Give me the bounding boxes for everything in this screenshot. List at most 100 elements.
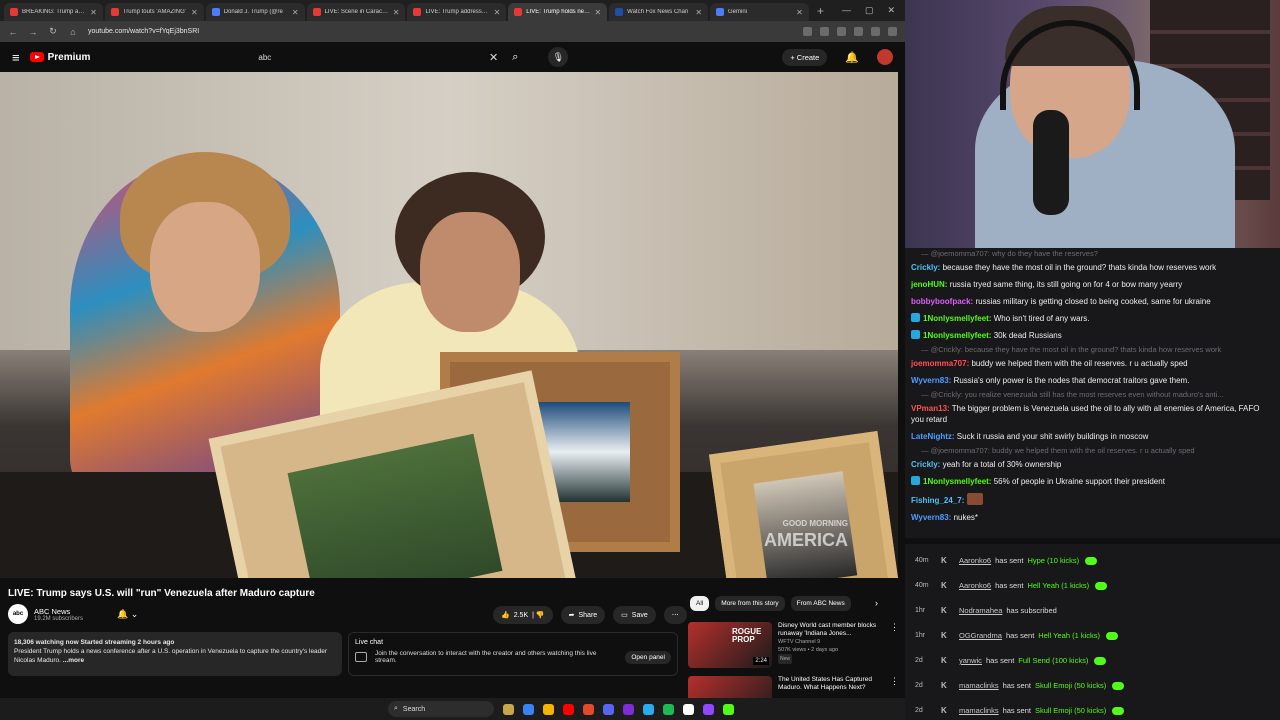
event-username[interactable]: mamaclinks — [959, 681, 999, 690]
hamburger-icon[interactable]: ≡ — [12, 50, 20, 65]
app-icon[interactable] — [523, 703, 534, 715]
tab-5[interactable]: LIVE: Trump holds news c ✕ — [508, 3, 608, 21]
back-icon[interactable]: ← — [8, 27, 18, 37]
video-thumbnail[interactable] — [688, 676, 772, 698]
chat-username[interactable]: Crickly: — [911, 263, 940, 272]
extension-icon[interactable] — [837, 27, 846, 36]
search-icon[interactable]: ⌕ — [512, 51, 518, 64]
filter-chip[interactable]: All — [690, 596, 710, 611]
chat-username[interactable]: 1Nonlysmellyfeet: — [923, 331, 991, 340]
open-panel-button[interactable]: Open panel — [625, 650, 671, 664]
recommended-channel[interactable]: WFTV Channel 9 — [778, 638, 888, 646]
chat-username[interactable]: Wyvern83: — [911, 376, 951, 385]
close-tab-icon[interactable]: ✕ — [292, 8, 299, 17]
share-button[interactable]: ➦ Share — [560, 606, 606, 624]
windows-start-icon[interactable] — [368, 704, 379, 715]
create-button[interactable]: + Create — [782, 48, 828, 66]
tab-0[interactable]: BREAKING: Trump annour ✕ — [4, 3, 103, 21]
chat-username[interactable]: VPman13: — [911, 404, 950, 413]
event-username[interactable]: mamaclinks — [959, 706, 999, 715]
minimize-icon[interactable]: — — [842, 5, 851, 16]
new-badge: New — [778, 654, 793, 664]
tab-3[interactable]: LIVE: Scene in Caracas af ✕ — [306, 3, 406, 21]
reload-icon[interactable]: ↻ — [48, 26, 58, 37]
maximize-icon[interactable]: ▢ — [865, 5, 874, 16]
search-input[interactable]: abc — [258, 53, 271, 62]
event-username[interactable]: OGGrandma — [959, 631, 1002, 640]
more-options-icon[interactable]: ⋮ — [890, 676, 899, 698]
chat-username[interactable]: jenoHUN: — [911, 280, 947, 289]
channel-avatar[interactable]: abc — [8, 604, 28, 624]
chat-username[interactable]: Wyvern83: — [911, 513, 951, 522]
app-icon[interactable] — [623, 703, 634, 715]
home-icon[interactable]: ⌂ — [68, 27, 78, 37]
telegram-icon[interactable] — [643, 703, 654, 715]
recommended-title[interactable]: The United States Has Captured Maduro. W… — [778, 676, 888, 692]
chat-username[interactable]: bobbyboofpack: — [911, 297, 973, 306]
chat-username[interactable]: joemomma707: — [911, 359, 969, 368]
tab-4[interactable]: LIVE: Trump addresses st ✕ — [407, 3, 507, 21]
youtube-app-icon[interactable] — [563, 703, 574, 715]
close-tab-icon[interactable]: ✕ — [695, 8, 702, 17]
event-username[interactable]: Nodramahea — [959, 606, 1002, 615]
chat-username[interactable]: LateNightz: — [911, 432, 955, 441]
event-username[interactable]: Aaronko6 — [959, 556, 991, 565]
account-avatar[interactable] — [877, 49, 893, 65]
spotify-icon[interactable] — [663, 703, 674, 715]
video-player[interactable]: GOOD MORNING AMERICA — [0, 72, 898, 578]
extension-icon[interactable] — [888, 27, 897, 36]
address-input[interactable]: youtube.com/watch?v=fYqEj3bnSRI — [88, 28, 793, 35]
more-options-icon[interactable]: ⋮ — [890, 622, 899, 668]
video-thumbnail[interactable]: ROGUE PROP 2:24 — [688, 622, 772, 668]
tab-7[interactable]: Gemini ✕ — [710, 3, 809, 21]
folder-icon[interactable] — [543, 703, 554, 715]
chat-username[interactable]: 1Nonlysmellyfeet: — [923, 314, 991, 323]
extension-icon[interactable] — [854, 27, 863, 36]
event-username[interactable]: Aaronko6 — [959, 581, 991, 590]
notification-bell-button[interactable]: 🔔 ⌄ — [117, 609, 138, 620]
close-tab-icon[interactable]: ✕ — [90, 8, 97, 17]
extension-icon[interactable] — [820, 27, 829, 36]
microphone-icon[interactable]: 🎙 — [548, 47, 569, 67]
filter-chip[interactable]: From ABC News — [790, 596, 851, 611]
search-box[interactable]: abc ✕ ⌕ — [250, 46, 524, 68]
youtube-logo[interactable]: Premium — [29, 52, 90, 63]
filter-chip[interactable]: More from this story — [715, 596, 785, 611]
clear-search-icon[interactable]: ✕ — [489, 51, 498, 64]
taskbar-search[interactable]: ⌕ Search — [388, 701, 494, 717]
close-tab-icon[interactable]: ✕ — [594, 8, 601, 17]
kick-icon[interactable] — [723, 703, 734, 715]
new-tab-icon[interactable]: + — [811, 4, 830, 18]
channel-name[interactable]: ABC News — [34, 607, 83, 616]
bell-icon[interactable]: 🔔 — [845, 51, 859, 64]
close-tab-icon[interactable]: ✕ — [796, 8, 803, 17]
tab-6[interactable]: Watch Fox News Chan ✕ — [609, 3, 709, 21]
twitch-icon[interactable] — [703, 703, 714, 715]
close-window-icon[interactable]: ✕ — [887, 5, 895, 16]
recommended-title[interactable]: Disney World cast member blocks runaway … — [778, 622, 888, 638]
recommended-video[interactable]: The United States Has Captured Maduro. W… — [688, 676, 899, 698]
close-tab-icon[interactable]: ✕ — [191, 8, 198, 17]
description-more-link[interactable]: ...more — [63, 657, 84, 664]
chevron-right-icon[interactable]: › — [875, 598, 878, 608]
forward-icon[interactable]: → — [28, 27, 38, 37]
event-username[interactable]: yanwic — [959, 656, 982, 665]
recommended-video[interactable]: ROGUE PROP 2:24 Disney World cast member b… — [688, 622, 899, 668]
save-button[interactable]: ▭ Save — [613, 606, 656, 624]
tab-2[interactable]: Donald J. Trump (@re ✕ — [205, 3, 305, 21]
extension-icon[interactable] — [803, 27, 812, 36]
extension-icon[interactable] — [871, 27, 880, 36]
more-actions-button[interactable]: ⋯ — [663, 606, 687, 624]
chat-username[interactable]: Crickly: — [911, 460, 940, 469]
tab-1[interactable]: Trump touts 'AMAZING' ✕ — [104, 3, 204, 21]
chat-username[interactable]: Fishing_24_7: — [911, 496, 964, 505]
chat-username[interactable]: 1Nonlysmellyfeet: — [923, 477, 991, 486]
app-icon[interactable] — [683, 703, 694, 715]
close-tab-icon[interactable]: ✕ — [393, 8, 400, 17]
app-icon[interactable] — [503, 703, 514, 715]
discord-icon[interactable] — [603, 703, 614, 715]
chrome-icon[interactable] — [583, 703, 594, 715]
like-button[interactable]: 👍 2.5K | 👎 — [493, 606, 553, 624]
close-tab-icon[interactable]: ✕ — [494, 8, 501, 17]
description-box[interactable]: 18,306 watching now Started streaming 2 … — [8, 632, 342, 676]
